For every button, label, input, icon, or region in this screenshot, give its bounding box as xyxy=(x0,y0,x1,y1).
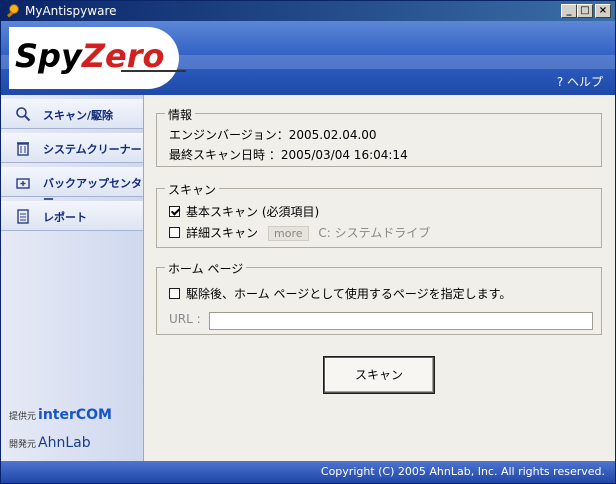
homepage-option[interactable]: 駆除後、ホーム ページとして使用するページを指定します。 xyxy=(169,285,511,302)
url-input[interactable] xyxy=(209,312,593,330)
info-group-title: 情報 xyxy=(165,106,196,123)
logo-text: SpyZero xyxy=(15,37,164,75)
help-link[interactable]: ? ヘルプ xyxy=(557,73,603,90)
backup-icon xyxy=(16,178,30,189)
last-scan-label: 最終スキャン日時 ： xyxy=(169,148,281,162)
close-button[interactable]: × xyxy=(595,4,611,18)
homepage-checkbox[interactable] xyxy=(169,288,180,299)
maximize-icon: □ xyxy=(580,5,590,16)
report-icon xyxy=(17,209,29,224)
last-scan-row: 最終スキャン日時 ：2005/03/04 16:04:14 xyxy=(169,146,408,163)
sidebar-item-backup[interactable]: バックアップセンター xyxy=(1,167,143,206)
drive-label: C: システムドライブ xyxy=(318,226,431,240)
title-bar[interactable]: MyAntispyware _ □ × xyxy=(1,1,615,21)
basic-scan-checkbox[interactable] xyxy=(169,206,180,217)
minimize-icon: _ xyxy=(566,5,572,16)
homepage-group: ホーム ページ 駆除後、ホーム ページとして使用するページを指定します。 URL… xyxy=(156,260,602,335)
sidebar-item-scan[interactable]: スキャン/駆除 xyxy=(1,99,143,129)
sidebar-item-cleaner[interactable]: システムクリーナー xyxy=(1,133,143,163)
trash-icon xyxy=(17,142,29,156)
window-title: MyAntispyware xyxy=(25,4,117,18)
scan-group-title: スキャン xyxy=(165,181,220,198)
engine-version-row: エンジンバージョン：2005.02.04.00 xyxy=(169,126,377,143)
provider-label: 提供元 xyxy=(9,412,37,422)
app-window: MyAntispyware _ □ × SpyZero ? ヘルプ スキャン/駆… xyxy=(0,0,616,484)
provider-name: interCOM xyxy=(38,407,112,423)
minimize-button[interactable]: _ xyxy=(561,4,577,18)
sidebar: スキャン/駆除 システムクリーナー バックアップセンター レポート 提供元 in… xyxy=(1,95,144,461)
url-label: URL : xyxy=(169,312,201,326)
maximize-button[interactable]: □ xyxy=(577,4,593,18)
homepage-group-title: ホーム ページ xyxy=(165,260,247,277)
main-panel: 情報 エンジンバージョン：2005.02.04.00 最終スキャン日時 ：200… xyxy=(144,95,615,461)
scan-button[interactable]: スキャン xyxy=(323,356,435,394)
basic-scan-option[interactable]: 基本スキャン (必須項目) xyxy=(169,203,319,220)
provider-brand: 提供元 interCOM xyxy=(9,407,112,423)
close-icon: × xyxy=(598,5,608,16)
sidebar-item-label: レポート xyxy=(43,211,87,224)
header-banner: SpyZero ? ヘルプ xyxy=(1,21,615,95)
scan-group: スキャン 基本スキャン (必須項目) 詳細スキャン more C: システムドライ… xyxy=(156,181,602,248)
detail-scan-option[interactable]: 詳細スキャン more C: システムドライブ xyxy=(169,224,430,241)
developer-brand: 開発元 AhnLab xyxy=(9,435,91,451)
copyright-text: Copyright (C) 2005 AhnLab, Inc. All righ… xyxy=(320,465,605,478)
homepage-option-label: 駆除後、ホーム ページとして使用するページを指定します。 xyxy=(186,287,512,301)
engine-version-value: 2005.02.04.00 xyxy=(288,128,377,142)
footer: Copyright (C) 2005 AhnLab, Inc. All righ… xyxy=(1,461,615,483)
more-button[interactable]: more xyxy=(268,226,309,241)
developer-label: 開発元 xyxy=(9,440,37,450)
basic-scan-label: 基本スキャン (必須項目) xyxy=(186,205,320,219)
sidebar-item-label: スキャン/駆除 xyxy=(43,109,114,122)
detail-scan-label: 詳細スキャン xyxy=(186,226,259,240)
magnifier-icon xyxy=(16,107,31,122)
last-scan-value: 2005/03/04 16:04:14 xyxy=(280,148,408,162)
sidebar-item-label: システムクリーナー xyxy=(43,143,142,156)
detail-scan-checkbox[interactable] xyxy=(169,227,180,238)
spyzero-logo: SpyZero xyxy=(15,37,186,75)
app-icon xyxy=(7,4,19,18)
sidebar-item-report[interactable]: レポート xyxy=(1,201,143,231)
engine-version-label: エンジンバージョン： xyxy=(169,128,289,142)
developer-name: AhnLab xyxy=(38,435,91,451)
info-group: 情報 エンジンバージョン：2005.02.04.00 最終スキャン日時 ：200… xyxy=(156,106,602,167)
